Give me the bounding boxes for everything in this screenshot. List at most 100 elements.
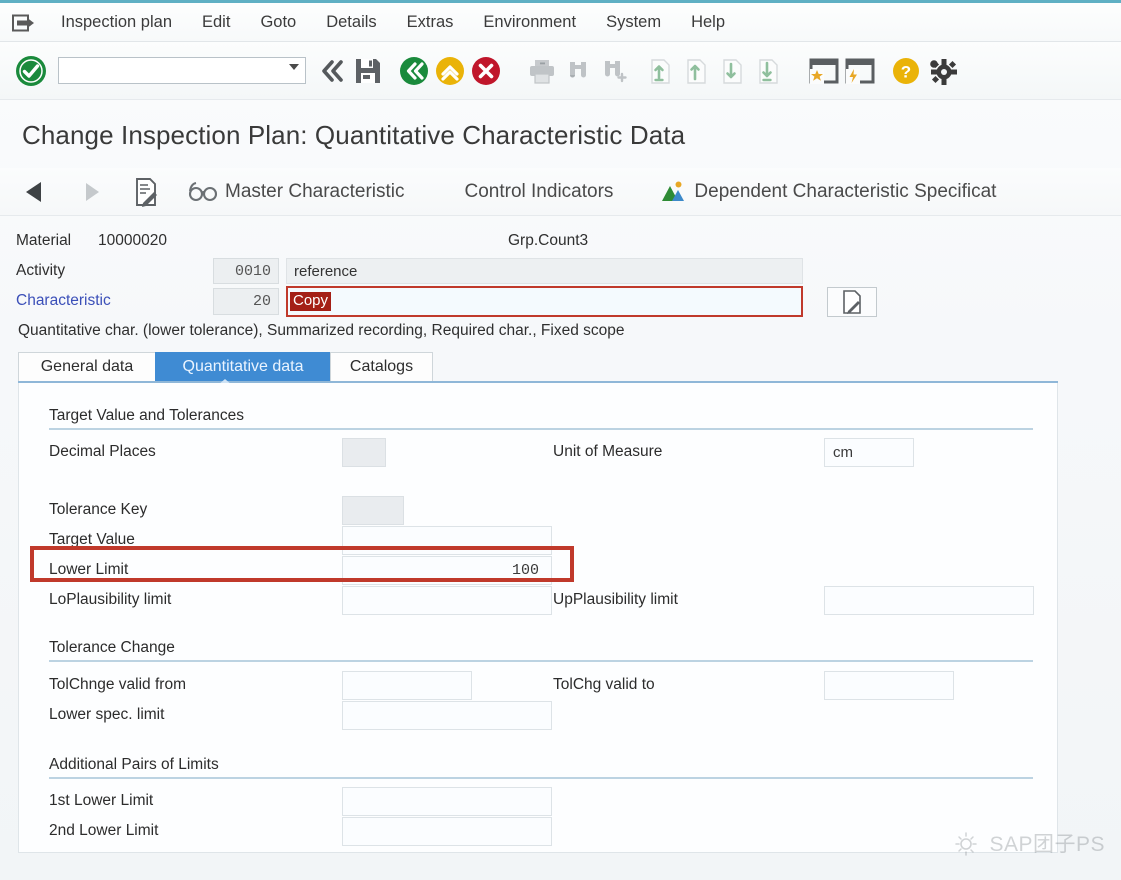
activity-text[interactable]: reference bbox=[286, 258, 803, 284]
exit-button[interactable] bbox=[432, 53, 468, 89]
find-next-binoculars-plus-icon[interactable] bbox=[596, 53, 632, 89]
master-characteristic-label: Master Characteristic bbox=[225, 180, 405, 202]
group-counter-label: Grp.Count3 bbox=[508, 232, 589, 249]
next-characteristic-button[interactable] bbox=[76, 177, 106, 207]
second-lower-limit-label: 2nd Lower Limit bbox=[49, 822, 159, 839]
row-target-value: Target Value bbox=[49, 526, 1033, 556]
unit-of-measure-label: Unit of Measure bbox=[553, 443, 663, 460]
up-plausibility-limit-label: UpPlausibility limit bbox=[553, 591, 678, 608]
lower-spec-limit-label: Lower spec. limit bbox=[49, 706, 165, 723]
application-toolbar: Master Characteristic Control Indicators… bbox=[0, 168, 1121, 216]
tab-catalogs[interactable]: Catalogs bbox=[330, 352, 433, 381]
previous-characteristic-button[interactable] bbox=[20, 177, 50, 207]
decimal-places-input[interactable] bbox=[342, 438, 386, 467]
lower-limit-input[interactable]: 100 bbox=[342, 556, 552, 585]
first-lower-limit-input[interactable] bbox=[342, 787, 552, 816]
group-additional-pairs-of-limits: Additional Pairs of Limits bbox=[49, 756, 1033, 779]
create-session-icon[interactable] bbox=[806, 53, 842, 89]
tab-general-data[interactable]: General data bbox=[18, 352, 156, 381]
back-button[interactable] bbox=[396, 53, 432, 89]
master-characteristic-button[interactable]: Master Characteristic bbox=[188, 181, 405, 203]
characteristic-text-selection: Copy bbox=[290, 292, 332, 311]
menu-item-system[interactable]: System bbox=[591, 11, 676, 34]
row-tolerance-key: Tolerance Key bbox=[49, 496, 1033, 526]
menu-item-help[interactable]: Help bbox=[676, 11, 740, 34]
lo-plausibility-limit-label: LoPlausibility limit bbox=[49, 591, 172, 608]
customize-gear-icon[interactable] bbox=[924, 53, 960, 89]
characteristic-label[interactable]: Characteristic bbox=[16, 292, 111, 310]
help-question-icon[interactable]: ? bbox=[888, 53, 924, 89]
control-indicators-button[interactable]: Control Indicators bbox=[465, 181, 614, 203]
create-shortcut-icon[interactable] bbox=[842, 53, 878, 89]
row-lower-spec-limit: Lower spec. limit bbox=[49, 701, 1033, 731]
enter-button[interactable] bbox=[14, 54, 48, 88]
sap-gui-window: Inspection plan Edit Goto Details Extras… bbox=[0, 0, 1121, 880]
tolchange-valid-to-label: TolChg valid to bbox=[553, 676, 655, 693]
lower-spec-limit-input[interactable] bbox=[342, 701, 552, 730]
row-2nd-lower-limit: 2nd Lower Limit bbox=[49, 817, 1033, 847]
characteristic-detail-icon-button[interactable] bbox=[827, 287, 877, 317]
save-button[interactable] bbox=[350, 53, 386, 89]
group-divider bbox=[49, 660, 1033, 662]
menu-item-details[interactable]: Details bbox=[311, 11, 391, 34]
lower-limit-label: Lower Limit bbox=[49, 561, 129, 578]
quantitative-data-panel: Target Value and Tolerances Decimal Plac… bbox=[18, 383, 1058, 853]
tolchange-valid-from-input[interactable] bbox=[342, 671, 472, 700]
mountain-chart-icon bbox=[662, 181, 685, 201]
characteristic-value[interactable]: 20 bbox=[213, 288, 279, 315]
row-tolchange-valid-from: TolChnge valid from TolChg valid to bbox=[49, 671, 1033, 701]
tolerance-key-input[interactable] bbox=[342, 496, 404, 525]
document-edit-icon bbox=[136, 177, 157, 207]
first-lower-limit-label: 1st Lower Limit bbox=[49, 792, 154, 809]
standard-toolbar: ? bbox=[0, 42, 1121, 100]
characteristic-text-input[interactable]: Copy bbox=[286, 286, 803, 317]
tolerance-key-label: Tolerance Key bbox=[49, 501, 148, 518]
command-field[interactable] bbox=[58, 57, 306, 84]
menu-item-inspection-plan[interactable]: Inspection plan bbox=[46, 11, 187, 34]
group-divider bbox=[49, 428, 1033, 430]
group-tolerance-change: Tolerance Change bbox=[49, 639, 1033, 662]
print-icon[interactable] bbox=[524, 53, 560, 89]
material-value: 10000020 bbox=[98, 232, 167, 249]
document-detail-icon bbox=[843, 290, 861, 314]
tab-quantitative-data[interactable]: Quantitative data bbox=[155, 352, 331, 381]
menu-item-goto[interactable]: Goto bbox=[245, 11, 311, 34]
watermark: SAP团子PS bbox=[953, 828, 1105, 858]
chevron-down-icon[interactable] bbox=[289, 64, 299, 70]
target-value-label: Target Value bbox=[49, 531, 135, 548]
collapse-button[interactable] bbox=[314, 53, 350, 89]
first-page-icon[interactable] bbox=[642, 53, 678, 89]
menu-item-edit[interactable]: Edit bbox=[187, 11, 245, 34]
up-plausibility-limit-input[interactable] bbox=[824, 586, 1034, 615]
next-page-icon[interactable] bbox=[714, 53, 750, 89]
group-target-value-and-tolerances: Target Value and Tolerances bbox=[49, 407, 1033, 430]
group-title: Tolerance Change bbox=[49, 639, 175, 656]
menu-item-extras[interactable]: Extras bbox=[392, 11, 469, 34]
control-indicators-label: Control Indicators bbox=[464, 180, 614, 202]
unit-of-measure-input[interactable]: cm bbox=[824, 438, 914, 467]
command-input[interactable] bbox=[59, 59, 274, 82]
dependent-characteristic-spec-button[interactable]: Dependent Characteristic Specificat bbox=[659, 180, 996, 204]
last-page-icon[interactable] bbox=[750, 53, 786, 89]
tolchange-valid-from-label: TolChnge valid from bbox=[49, 676, 186, 693]
material-label: Material bbox=[16, 232, 72, 249]
characteristic-description: Quantitative char. (lower tolerance), Su… bbox=[18, 322, 625, 339]
tolchange-valid-to-input[interactable] bbox=[824, 671, 954, 700]
second-lower-limit-input[interactable] bbox=[342, 817, 552, 846]
system-menu-icon[interactable] bbox=[10, 12, 36, 34]
header-fields: Material 10000020 Grp.Count3 Activity 00… bbox=[0, 228, 1121, 318]
menu-item-environment[interactable]: Environment bbox=[468, 11, 591, 34]
activity-value[interactable]: 0010 bbox=[213, 258, 279, 284]
target-value-input[interactable] bbox=[342, 526, 552, 555]
activity-label: Activity bbox=[16, 262, 66, 279]
group-title: Additional Pairs of Limits bbox=[49, 756, 219, 773]
svg-text:?: ? bbox=[901, 62, 911, 81]
find-binoculars-icon[interactable] bbox=[560, 53, 596, 89]
previous-page-icon[interactable] bbox=[678, 53, 714, 89]
lo-plausibility-limit-input[interactable] bbox=[342, 586, 552, 615]
row-lower-limit: Lower Limit 100 bbox=[49, 556, 1033, 586]
watermark-text: SAP团子PS bbox=[989, 833, 1105, 856]
cancel-button[interactable] bbox=[468, 53, 504, 89]
page-title: Change Inspection Plan: Quantitative Cha… bbox=[22, 120, 686, 150]
characteristic-detail-button[interactable] bbox=[132, 176, 162, 208]
